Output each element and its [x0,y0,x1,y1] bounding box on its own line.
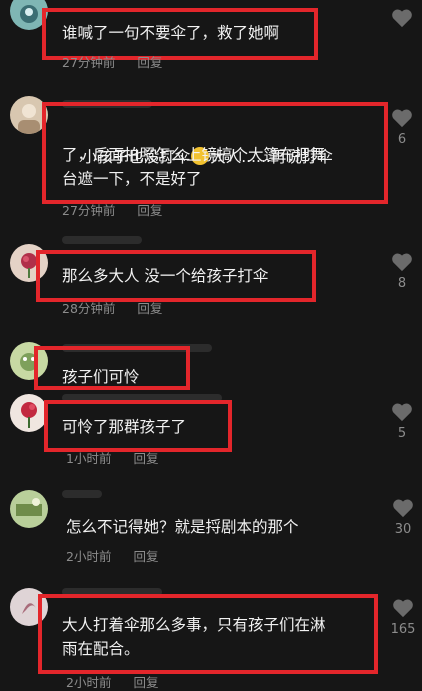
like-count: 5 [397,426,407,441]
comment-text: 了，后面拍照怎么上镜搞个大篷布把舞 [62,146,326,164]
timestamp: 28分钟前 [62,301,116,316]
like-button[interactable]: 30 [388,498,418,537]
comment-text: 可怜了那群孩子了 [62,418,187,436]
reply-button[interactable]: 回复 [137,203,162,218]
comment-text: 孩子们可怜 [62,368,140,386]
reply-button[interactable]: 回复 [137,55,162,70]
reply-button[interactable]: 回复 [133,549,158,564]
timestamp: 2小时前 [66,675,112,690]
avatar[interactable] [10,394,48,432]
comment-text: 谁喊了一句不要伞了，救了她啊 [62,24,280,42]
timestamp: 27分钟前 [62,55,116,70]
like-button[interactable]: 165 [386,598,420,637]
like-button[interactable]: 8 [390,252,414,291]
comment-meta: 2小时前 回复 [66,672,158,691]
like-count: 6 [397,132,407,147]
comment-text: 怎么不记得她？就是捋剧本的那个 [66,518,299,536]
timestamp: 1小时前 [66,451,112,466]
heart-icon [393,499,413,518]
comment-text: 台遮一下，不是好了 [62,170,202,188]
comment-meta: 1小时前 回复 [66,448,158,467]
timestamp: 2小时前 [66,549,112,564]
avatar[interactable] [10,490,48,528]
reply-button[interactable]: 回复 [137,301,162,316]
heart-icon [392,109,412,128]
timestamp: 27分钟前 [62,203,116,218]
reply-button[interactable]: 回复 [133,675,158,690]
comment-text: 那么多大人 没一个给孩子打伞 [62,267,269,285]
like-count: 30 [394,522,412,537]
comment-meta: 28分钟前 回复 [62,298,162,317]
reply-button[interactable]: 回复 [133,451,158,466]
username[interactable] [62,490,102,498]
like-count: 8 [397,276,407,291]
comment-text: 雨在配合。 [62,640,140,658]
comment-meta: 2小时前 回复 [66,546,158,565]
comment-meta: 27分钟前 回复 [62,52,162,71]
comment-text: 大人打着伞那么多事，只有孩子们在淋 [62,616,326,634]
username[interactable] [62,236,142,244]
like-button[interactable] [390,8,414,28]
comment-meta: 27分钟前 回复 [62,200,162,219]
like-button[interactable]: 5 [390,402,414,441]
like-count: 165 [390,622,416,637]
like-button[interactable]: 6 [390,108,414,147]
heart-icon [393,599,413,618]
heart-icon [392,253,412,272]
heart-icon [392,9,412,28]
heart-icon [392,403,412,422]
